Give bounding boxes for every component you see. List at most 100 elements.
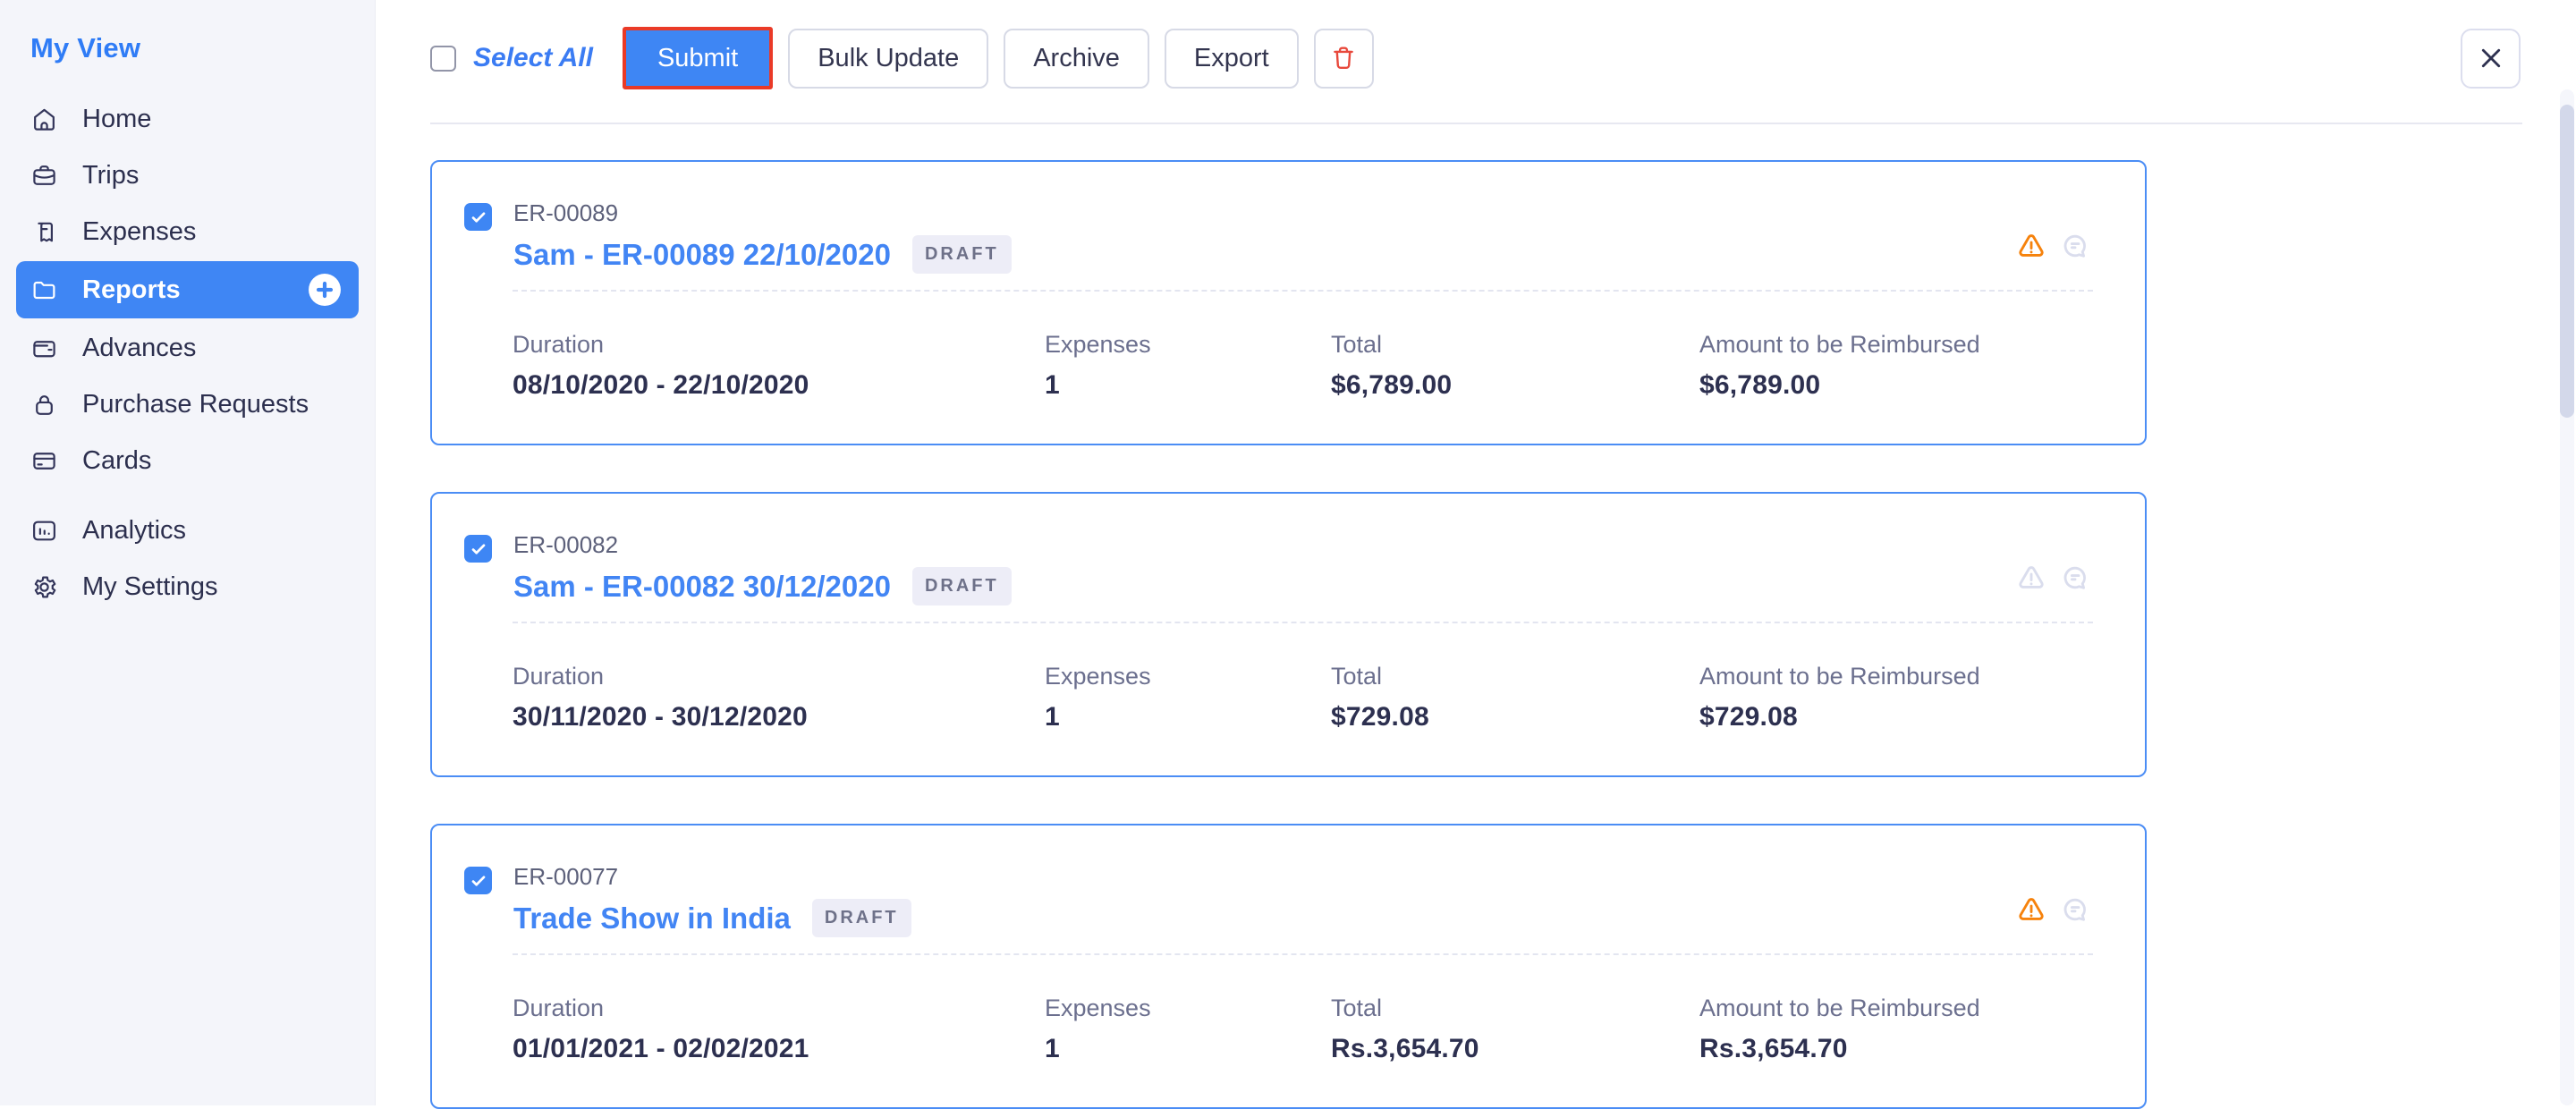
archive-button[interactable]: Archive — [1004, 29, 1149, 89]
sidebar-item-home[interactable]: Home — [0, 91, 375, 147]
trash-icon — [1328, 43, 1359, 73]
status-badge: DRAFT — [912, 567, 1012, 605]
field-value: 1 — [1045, 370, 1331, 401]
gear-icon — [30, 573, 58, 601]
bar-chart-icon — [30, 517, 58, 545]
total-field: Total $6,789.00 — [1331, 331, 1699, 401]
receipt-icon — [30, 218, 58, 246]
card-fields: Duration 01/01/2021 - 02/02/2021Expenses 1… — [432, 955, 2145, 1107]
sidebar-title: My View — [30, 32, 375, 64]
field-value: $6,789.00 — [1331, 370, 1699, 401]
select-all-checkbox[interactable] — [430, 46, 456, 72]
warning-icon — [2015, 893, 2047, 926]
wallet-icon — [30, 334, 58, 362]
sidebar-item-label: My Settings — [82, 572, 218, 602]
export-button[interactable]: Export — [1165, 29, 1299, 89]
warning-icon — [2015, 562, 2047, 594]
add-report-button[interactable] — [305, 270, 344, 309]
report-number: ER-00077 — [513, 863, 911, 891]
main-content: Select All Submit Bulk Update Archive Ex… — [377, 0, 2576, 1105]
report-checkbox[interactable] — [464, 535, 492, 563]
field-label: Total — [1331, 995, 1699, 1022]
sidebar-item-analytics[interactable]: Analytics — [0, 503, 375, 558]
report-number: ER-00082 — [513, 531, 1012, 559]
sidebar-item-label: Advances — [82, 334, 196, 363]
field-label: Duration — [513, 331, 1045, 359]
field-value: 08/10/2020 - 22/10/2020 — [513, 370, 1045, 401]
report-card[interactable]: ER-00082 Sam - ER-00082 30/12/2020 DRAFT Du… — [430, 492, 2147, 777]
card-header: ER-00077 Trade Show in India DRAFT — [432, 825, 2145, 937]
duration-field: Duration 08/10/2020 - 22/10/2020 — [513, 331, 1045, 401]
delete-button[interactable] — [1314, 29, 1374, 89]
sidebar-item-expenses[interactable]: Expenses — [0, 204, 375, 259]
field-value: $729.08 — [1699, 702, 2145, 732]
field-label: Expenses — [1045, 663, 1331, 690]
field-label: Amount to be Reimbursed — [1699, 331, 2145, 359]
card-header: ER-00089Sam - ER-00089 22/10/2020DRAFT — [432, 162, 2145, 274]
card-fields: Duration 30/11/2020 - 30/12/2020Expenses 1… — [432, 623, 2145, 775]
report-checkbox[interactable] — [464, 867, 492, 894]
sidebar-item-label: Reports — [82, 275, 181, 305]
sidebar-nav: Home Trips Expenses Reports Advances Purchase… — [0, 91, 375, 614]
bulk-update-button[interactable]: Bulk Update — [788, 29, 988, 89]
total-field: Total $729.08 — [1331, 663, 1699, 732]
reimbursed-field: Amount to be Reimbursed $6,789.00 — [1699, 331, 2145, 401]
field-value: 01/01/2021 - 02/02/2021 — [513, 1034, 1045, 1064]
field-value: Rs.3,654.70 — [1699, 1034, 2145, 1064]
field-label: Amount to be Reimbursed — [1699, 995, 2145, 1022]
field-label: Duration — [513, 663, 1045, 690]
comment-icon[interactable] — [2059, 562, 2091, 594]
warning-icon — [2015, 230, 2047, 262]
field-label: Expenses — [1045, 331, 1331, 359]
card-header: ER-00082 Sam - ER-00082 30/12/2020 DRAFT — [432, 494, 2145, 605]
field-value: 1 — [1045, 702, 1331, 732]
report-title-link[interactable]: Trade Show in India — [513, 902, 791, 935]
expenses-field: Expenses 1 — [1045, 995, 1331, 1064]
report-title-link[interactable]: Sam - ER-00082 30/12/2020 — [513, 570, 891, 604]
field-label: Expenses — [1045, 995, 1331, 1022]
sidebar-item-trips[interactable]: Trips — [0, 148, 375, 203]
sidebar-item-label: Home — [82, 105, 151, 134]
duration-field: Duration 30/11/2020 - 30/12/2020 — [513, 663, 1045, 732]
comment-icon[interactable] — [2059, 893, 2091, 926]
field-value: 30/11/2020 - 30/12/2020 — [513, 702, 1045, 732]
select-all-label: Select All — [473, 43, 593, 73]
sidebar-item-cards[interactable]: Cards — [0, 433, 375, 488]
expenses-field: Expenses 1 — [1045, 331, 1331, 401]
toolbar-divider — [430, 123, 2522, 124]
sidebar-item-my-settings[interactable]: My Settings — [0, 559, 375, 614]
field-label: Duration — [513, 995, 1045, 1022]
reimbursed-field: Amount to be Reimbursed Rs.3,654.70 — [1699, 995, 2145, 1064]
field-value: $6,789.00 — [1699, 370, 2145, 401]
field-value: $729.08 — [1331, 702, 1699, 732]
report-number: ER-00089 — [513, 199, 1012, 227]
toolbar: Select All Submit Bulk Update Archive Ex… — [377, 0, 2576, 89]
duration-field: Duration 01/01/2021 - 02/02/2021 — [513, 995, 1045, 1064]
home-icon — [30, 106, 58, 133]
sidebar-item-advances[interactable]: Advances — [0, 320, 375, 376]
close-button[interactable] — [2461, 29, 2521, 89]
sidebar-item-reports[interactable]: Reports — [16, 261, 359, 318]
field-label: Total — [1331, 331, 1699, 359]
submit-button[interactable]: Submit — [623, 27, 773, 89]
sidebar-item-purchase-requests[interactable]: Purchase Requests — [0, 377, 375, 432]
field-label: Amount to be Reimbursed — [1699, 663, 2145, 690]
report-list: ER-00089 Sam - ER-00089 22/10/2020 DRAFT Du… — [430, 160, 2522, 1109]
lock-icon — [30, 391, 58, 419]
total-field: TotalRs.3,654.70 — [1331, 995, 1699, 1064]
comment-icon[interactable] — [2059, 230, 2091, 262]
status-badge: DRAFT — [812, 899, 911, 937]
select-all[interactable]: Select All — [430, 43, 593, 73]
folder-icon — [30, 276, 58, 304]
credit-card-icon — [30, 447, 58, 475]
report-checkbox[interactable] — [464, 203, 492, 231]
field-value: 1 — [1045, 1034, 1331, 1064]
report-title-link[interactable]: Sam - ER-00089 22/10/2020 — [513, 238, 891, 272]
field-label: Total — [1331, 663, 1699, 690]
sidebar-item-label: Analytics — [82, 516, 186, 546]
scrollbar-thumb[interactable] — [2560, 105, 2574, 418]
report-card[interactable]: ER-00089Sam - ER-00089 22/10/2020DRAFTDu… — [430, 160, 2147, 445]
sidebar-item-label: Expenses — [82, 217, 196, 247]
sidebar-item-label: Cards — [82, 446, 151, 476]
report-card[interactable]: ER-00077 Trade Show in India DRAFT Duration… — [430, 824, 2147, 1109]
